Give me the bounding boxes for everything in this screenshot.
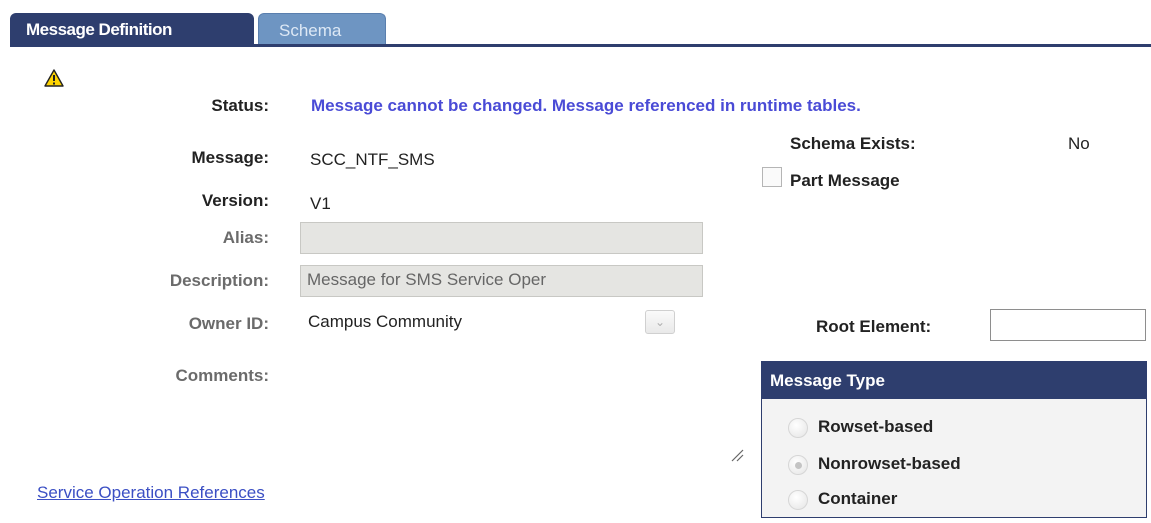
- description-label: Description:: [169, 271, 269, 290]
- alias-field: [300, 222, 703, 254]
- status-message: Message cannot be changed. Message refer…: [311, 96, 861, 115]
- message-type-header: Message Type: [762, 362, 1146, 399]
- root-element-label: Root Element:: [816, 317, 932, 336]
- description-field: Message for SMS Service Oper: [300, 265, 703, 297]
- alias-label: Alias:: [222, 228, 269, 247]
- tab-underline: [10, 44, 1151, 47]
- service-operation-references-link[interactable]: Service Operation References: [37, 483, 265, 503]
- container-radio[interactable]: [788, 490, 808, 510]
- schema-exists-label: Schema Exists:: [790, 134, 916, 153]
- message-type-group: Message Type Rowset-based Nonrowset-base…: [761, 361, 1147, 518]
- tab-message-definition[interactable]: Message Definition: [10, 13, 254, 46]
- status-label: Status:: [211, 96, 269, 115]
- container-label: Container: [818, 489, 898, 508]
- warning-icon: [44, 69, 64, 87]
- version-value: V1: [310, 194, 331, 213]
- owner-id-value: Campus Community: [308, 312, 462, 331]
- part-message-label: Part Message: [790, 171, 900, 190]
- message-label: Message:: [191, 148, 269, 167]
- nonrowset-based-radio[interactable]: [788, 455, 808, 475]
- root-element-input[interactable]: [990, 309, 1146, 341]
- schema-exists-value: No: [1068, 134, 1090, 153]
- chevron-down-icon: ⌄: [645, 310, 675, 334]
- rowset-based-label: Rowset-based: [818, 417, 934, 436]
- message-value: SCC_NTF_SMS: [310, 150, 435, 169]
- comments-label: Comments:: [175, 366, 269, 385]
- nonrowset-based-label: Nonrowset-based: [818, 454, 961, 473]
- owner-id-label: Owner ID:: [188, 314, 269, 333]
- rowset-based-radio[interactable]: [788, 418, 808, 438]
- version-label: Version:: [201, 191, 269, 210]
- resize-handle-icon[interactable]: [728, 446, 744, 462]
- tab-schema[interactable]: Schema: [258, 13, 386, 46]
- part-message-checkbox[interactable]: [762, 167, 782, 187]
